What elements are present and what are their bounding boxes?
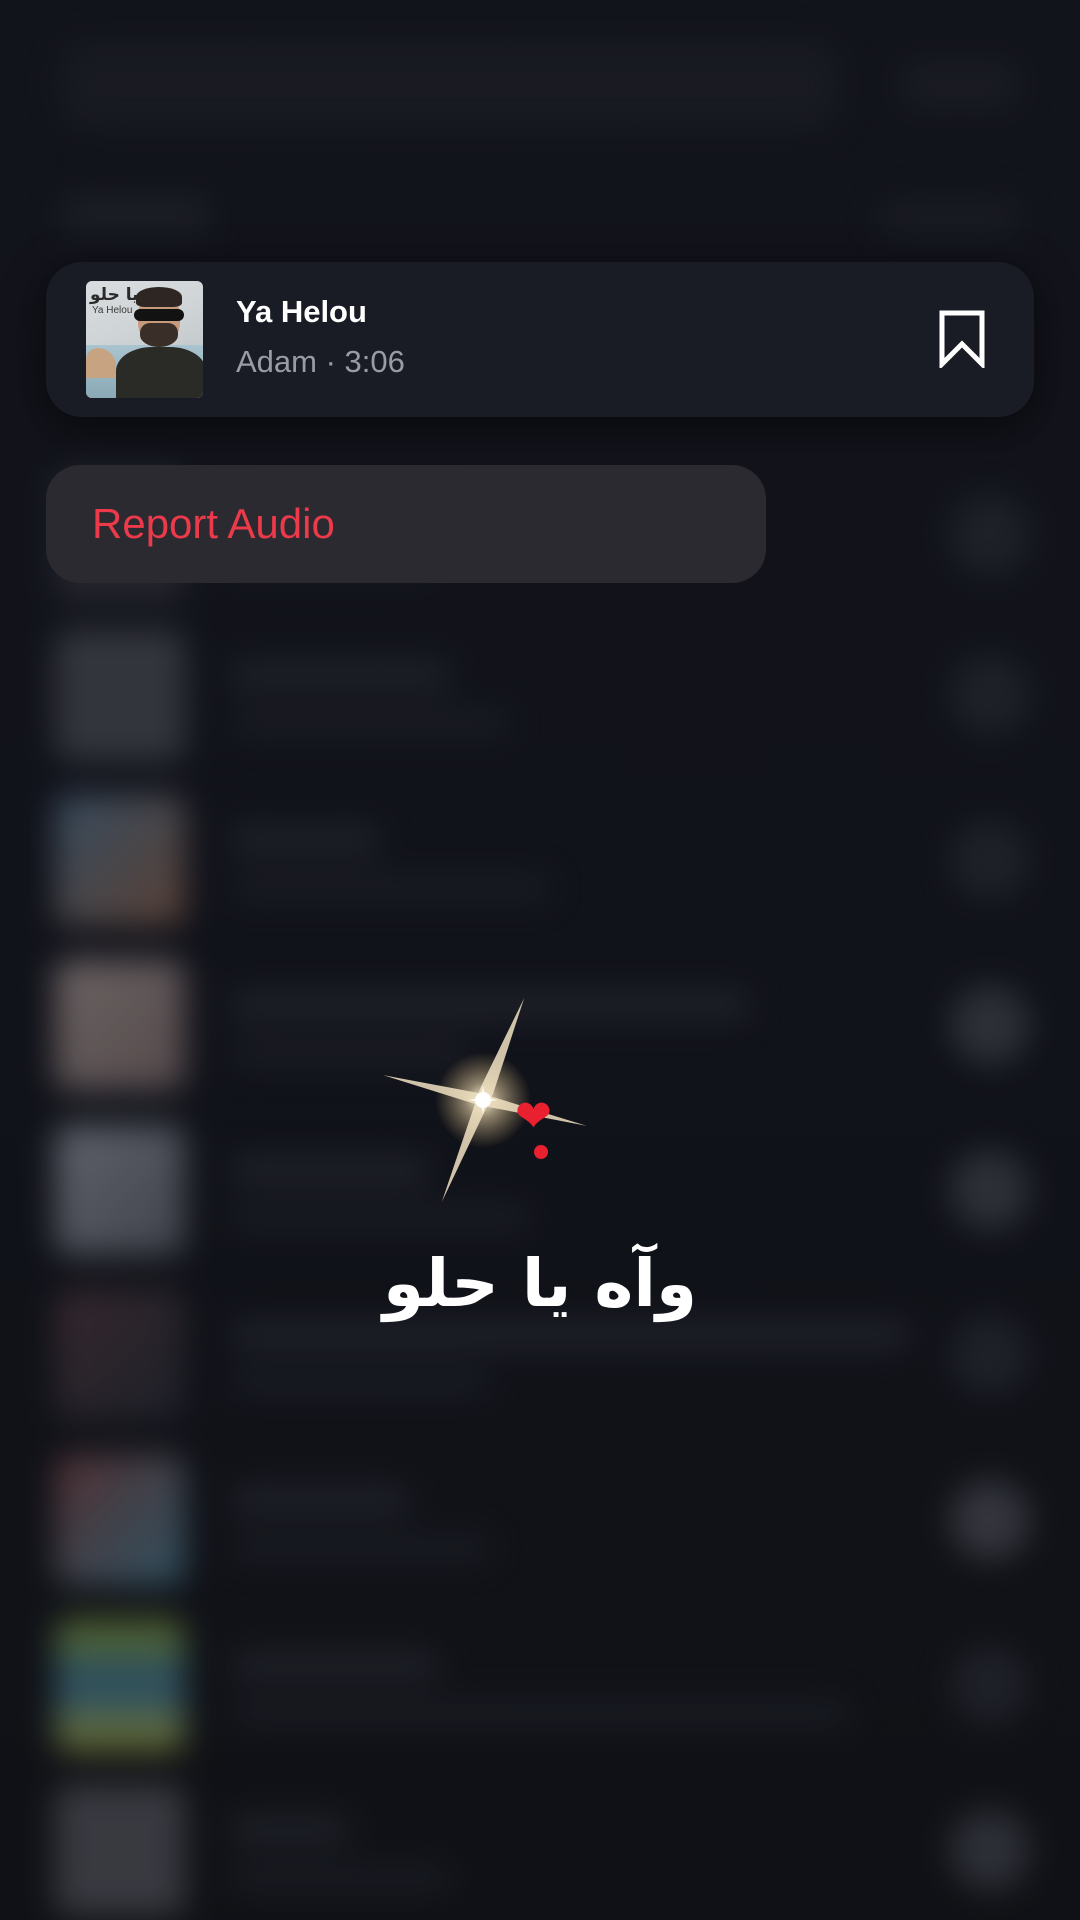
bookmark-icon[interactable] (938, 310, 986, 371)
context-menu: Report Audio (46, 465, 766, 583)
screen: يا حلو Ya Helou Ya Helou Adam · 3:06 Rep… (0, 0, 1080, 1920)
audio-preview-card[interactable]: يا حلو Ya Helou Ya Helou Adam · 3:06 (46, 262, 1034, 417)
song-title: Ya Helou (236, 294, 367, 329)
cover-title-arabic: يا حلو (90, 285, 139, 305)
song-artist-duration: Adam · 3:06 (236, 344, 405, 379)
album-cover: يا حلو Ya Helou (86, 281, 203, 398)
heart-exclamation-icon: ❤ (515, 1091, 552, 1142)
heart-exclamation-dot (534, 1145, 548, 1159)
report-audio-menu-item[interactable]: Report Audio (46, 465, 766, 583)
sparkle-icon (380, 990, 600, 1210)
sticker-caption: وآه يا حلو (382, 1245, 697, 1322)
cover-title-latin: Ya Helou (92, 305, 133, 316)
